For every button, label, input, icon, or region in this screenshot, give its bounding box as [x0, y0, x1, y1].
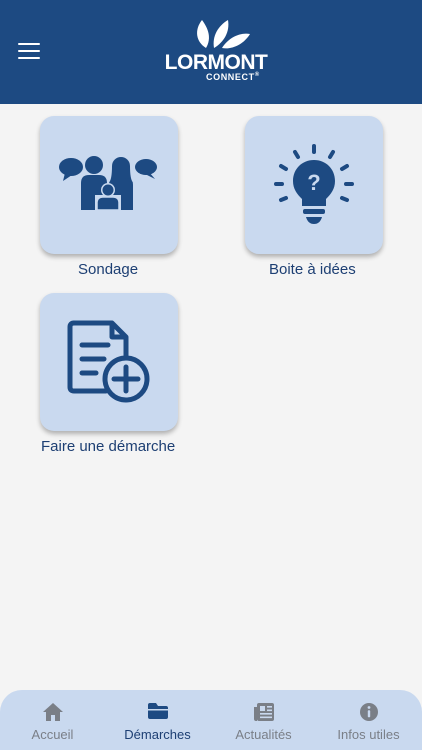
bottom-tab-bar: Accueil Démarches Actualités Infos utile… [0, 690, 422, 750]
tab-actualites[interactable]: Actualités [211, 690, 316, 750]
home-icon [42, 703, 63, 721]
tile-label-faire-une-demarche: Faire une démarche [41, 438, 176, 455]
tab-label-accueil: Accueil [31, 727, 74, 742]
hamburger-menu-button[interactable] [18, 43, 40, 61]
lormont-connect-logo: LORMONT CONNECT® [160, 12, 272, 84]
tile-boite-a-idees[interactable]: ? [245, 116, 383, 254]
tab-demarches[interactable]: Démarches [105, 690, 210, 750]
leaves-icon [197, 20, 250, 49]
tab-infos-utiles[interactable]: Infos utiles [316, 690, 421, 750]
tab-label-infos-utiles: Infos utiles [337, 727, 400, 742]
tile-label-sondage: Sondage [78, 261, 139, 278]
tab-accueil[interactable]: Accueil [0, 690, 105, 750]
people-chat-icon [59, 156, 157, 211]
tile-label-boite-a-idees: Boite à idées [269, 261, 356, 278]
brand-subtitle: CONNECT® [206, 72, 260, 82]
lightbulb-question-icon: ? [274, 144, 354, 224]
app-header: LORMONT CONNECT® [0, 0, 422, 104]
tab-label-actualites: Actualités [235, 727, 292, 742]
info-icon [359, 703, 378, 721]
folder-icon [147, 703, 168, 719]
tile-sondage[interactable] [40, 116, 178, 254]
document-add-icon [67, 320, 150, 403]
tab-label-demarches: Démarches [124, 727, 191, 742]
brand-name: LORMONT [164, 51, 268, 74]
tile-faire-une-demarche[interactable] [40, 293, 178, 431]
newspaper-icon [253, 703, 274, 721]
svg-text:?: ? [307, 170, 320, 195]
